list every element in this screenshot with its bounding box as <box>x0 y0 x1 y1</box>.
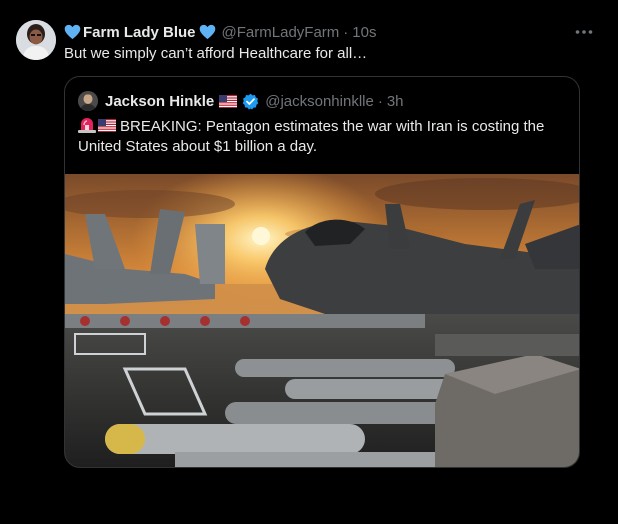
separator-dot: · <box>377 92 383 110</box>
fighter-jets-on-carrier-image <box>65 174 579 467</box>
timestamp[interactable]: 10s <box>352 24 376 41</box>
handle[interactable]: @FarmLadyFarm <box>222 24 340 41</box>
us-flag-icon <box>98 119 116 132</box>
quoted-post[interactable]: Jackson Hinkle @jacksonhinklle · 3h BREA… <box>64 76 580 468</box>
quoted-text-block: BREAKING: Pentagon estimates the war wit… <box>78 117 568 157</box>
display-name[interactable]: Farm Lady Blue <box>83 24 196 41</box>
us-flag-icon <box>219 94 238 108</box>
post[interactable]: Farm Lady Blue @FarmLadyFarm · 10s But w… <box>0 0 618 524</box>
quoted-text: BREAKING: Pentagon estimates the war wit… <box>78 118 545 155</box>
post-header: Farm Lady Blue @FarmLadyFarm · 10s <box>64 22 588 42</box>
post-text: But we simply can’t afford Healthcare fo… <box>64 45 368 62</box>
quoted-media-image[interactable] <box>65 174 579 467</box>
quoted-timestamp[interactable]: 3h <box>387 93 404 110</box>
avatar[interactable] <box>16 20 56 60</box>
quoted-display-name[interactable]: Jackson Hinkle <box>105 93 214 110</box>
more-horizontal-icon[interactable] <box>572 22 596 42</box>
quoted-handle[interactable]: @jacksonhinklle <box>265 93 374 110</box>
quoted-avatar[interactable] <box>78 91 98 111</box>
blue-heart-icon <box>64 24 81 40</box>
verified-badge-icon[interactable] <box>242 93 259 110</box>
blue-heart-icon <box>199 24 215 40</box>
quoted-post-header: Jackson Hinkle @jacksonhinklle · 3h <box>78 91 404 111</box>
separator-dot: · <box>343 23 349 41</box>
siren-icon <box>78 118 96 133</box>
